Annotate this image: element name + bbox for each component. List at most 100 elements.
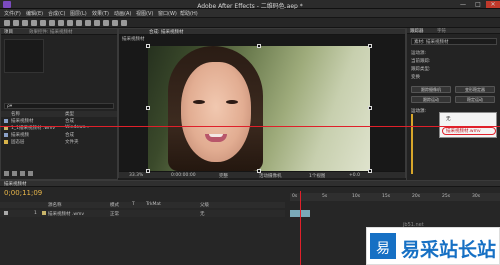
transform-handle[interactable]: [257, 169, 261, 173]
current-time-display[interactable]: 0:00:00:00: [171, 173, 196, 178]
red-guide-line: [0, 126, 500, 127]
hand-tool-icon[interactable]: [13, 20, 19, 26]
current-time-indicator[interactable]: [300, 191, 301, 265]
composition-label[interactable]: 描采视频材: [122, 36, 145, 42]
timeline-tab[interactable]: 描采视频材: [4, 181, 27, 187]
transform-handle[interactable]: [257, 44, 261, 48]
column-trkmat[interactable]: TrkMat: [146, 202, 161, 207]
clone-tool-icon[interactable]: [94, 20, 100, 26]
zoom-tool-icon[interactable]: [22, 20, 28, 26]
right-eye: [226, 100, 238, 104]
menu-bar: 文件(F) 编辑(E) 合成(C) 图层(L) 效果(T) 动画(A) 视图(V…: [0, 9, 500, 18]
watermark-logo-icon: 易: [370, 233, 396, 259]
column-parent[interactable]: 父级: [200, 202, 209, 208]
layer-parent-select[interactable]: 无: [200, 211, 205, 217]
puppet-tool-icon[interactable]: [121, 20, 127, 26]
stabilize-motion-button[interactable]: 稳定运动: [455, 96, 495, 103]
roto-brush-tool-icon[interactable]: [112, 20, 118, 26]
column-mode[interactable]: 模式: [110, 202, 119, 208]
menu-layer[interactable]: 图层(L): [70, 10, 87, 17]
project-tab[interactable]: 项目: [4, 29, 13, 35]
ruler-label: 0s: [292, 194, 298, 199]
trash-icon[interactable]: [28, 171, 33, 176]
layer-mode-select[interactable]: 正常: [110, 211, 119, 217]
warp-stabilizer-button[interactable]: 变形稳定器: [455, 86, 495, 93]
project-thumbnail: [4, 39, 44, 73]
character-tab[interactable]: 字符: [437, 28, 446, 34]
rotate-tool-icon[interactable]: [31, 20, 37, 26]
project-column-header: 名称 类型: [1, 111, 117, 117]
menu-composition[interactable]: 合成(C): [48, 10, 65, 17]
text-tool-icon[interactable]: [76, 20, 82, 26]
ruler-label: 25s: [442, 194, 451, 199]
exposure-value[interactable]: +0.0: [349, 173, 360, 178]
track-camera-button[interactable]: 跟踪摄像机: [411, 86, 451, 93]
composition-tab[interactable]: 合成: 描采视频材: [149, 29, 183, 35]
new-composition-icon[interactable]: [20, 171, 25, 176]
tracker-tab[interactable]: 跟踪器: [410, 28, 424, 34]
column-t[interactable]: T: [132, 202, 135, 207]
time-ruler[interactable]: 0s 5s 10s 15s 20s 25s 30s: [290, 193, 500, 201]
new-folder-icon[interactable]: [12, 171, 17, 176]
project-item-type: 文件夹: [65, 140, 79, 145]
composition-header: 合成: 描采视频材: [119, 29, 405, 35]
transform-handle[interactable]: [146, 169, 150, 173]
pan-behind-tool-icon[interactable]: [49, 20, 55, 26]
view-layout-select[interactable]: 1个视图: [309, 173, 325, 179]
visibility-eye-icon[interactable]: [4, 211, 8, 215]
transform-handle[interactable]: [368, 106, 372, 110]
track-source-field[interactable]: 素材: 描采视频材: [411, 38, 497, 45]
maximize-button[interactable]: □: [471, 1, 485, 8]
mask-tool-icon[interactable]: [58, 20, 64, 26]
interpret-footage-icon[interactable]: [4, 171, 9, 176]
column-name[interactable]: 名称: [11, 111, 20, 117]
folder-icon: [4, 140, 8, 144]
timeline-timecode[interactable]: 0;00;11;09: [4, 189, 42, 197]
project-item[interactable]: 描采视频材 合成: [1, 118, 117, 124]
title-bar: Adobe After Effects - 二维码色.aep * — □ ✕: [0, 0, 500, 10]
transform-handle[interactable]: [368, 44, 372, 48]
dropdown-option-none[interactable]: 无: [446, 116, 451, 122]
close-button[interactable]: ✕: [486, 1, 500, 8]
composition-icon: [4, 133, 8, 137]
column-type[interactable]: 类型: [65, 111, 74, 117]
project-footer-icons: [4, 171, 44, 177]
transform-handle[interactable]: [146, 106, 150, 110]
menu-file[interactable]: 文件(F): [4, 10, 21, 17]
project-item[interactable]: 描采视频 合成: [1, 132, 117, 138]
menu-view[interactable]: 视图(V): [136, 10, 153, 17]
menu-window[interactable]: 窗口(W): [158, 10, 177, 17]
track-motion-button[interactable]: 跟踪运动: [411, 96, 451, 103]
selection-tool-icon[interactable]: [4, 20, 10, 26]
transform-handle[interactable]: [368, 169, 372, 173]
project-panel-header: 项目 效果控件: 描采视频材: [1, 29, 117, 35]
resolution-select[interactable]: 完整: [219, 173, 228, 179]
effect-controls-tab[interactable]: 效果控件: 描采视频材: [29, 29, 72, 35]
brush-tool-icon[interactable]: [85, 20, 91, 26]
menu-help[interactable]: 帮助(H): [180, 10, 198, 17]
timeline-layer-row[interactable]: 1 描采视频材 .wmv 正常 无: [0, 210, 285, 217]
tracker-row: 运动源:: [411, 51, 427, 56]
tracker-row: 跟踪类型:: [411, 67, 431, 72]
project-item-name: 描采视频材: [11, 119, 34, 124]
pen-tool-icon[interactable]: [67, 20, 73, 26]
tracker-row: 当前跟踪:: [411, 59, 431, 64]
menu-edit[interactable]: 编辑(E): [26, 10, 43, 17]
ruler-label: 10s: [352, 194, 361, 199]
magnification-select[interactable]: 33.3%: [129, 173, 143, 178]
ruler-label: 20s: [412, 194, 421, 199]
camera-tool-icon[interactable]: [40, 20, 46, 26]
menu-animation[interactable]: 动画(A): [114, 10, 131, 17]
project-item[interactable]: 固态层 文件夹: [1, 139, 117, 145]
dropdown-option-footage[interactable]: 描采视频材.wmv: [446, 128, 481, 134]
motion-source-dropdown[interactable]: 无 描采视频材.wmv: [439, 112, 497, 138]
eraser-tool-icon[interactable]: [103, 20, 109, 26]
transform-handle[interactable]: [146, 44, 150, 48]
column-source-name[interactable]: 源名称: [48, 202, 62, 208]
menu-effect[interactable]: 效果(T): [92, 10, 109, 17]
active-camera-select[interactable]: 活动摄像机: [259, 173, 282, 179]
layer-name[interactable]: 描采视频材 .wmv: [48, 211, 84, 217]
tools-toolbar: [0, 18, 500, 28]
minimize-button[interactable]: —: [456, 1, 470, 8]
project-search-input[interactable]: ρ▾: [4, 103, 114, 109]
